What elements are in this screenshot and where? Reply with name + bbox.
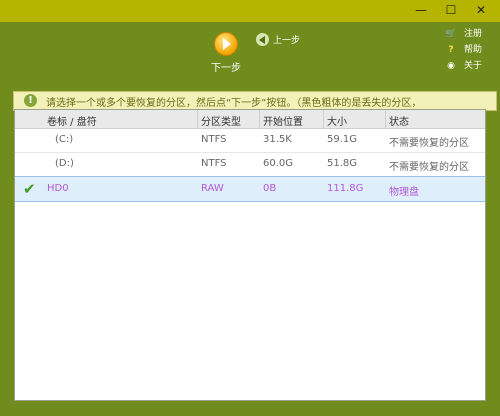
cart-icon: 🛒 [445, 29, 457, 39]
cell-status: 不需要恢复的分区 [389, 138, 469, 149]
help-label: 帮助 [464, 45, 483, 55]
partition-table: 卷标 / 盘符 分区类型 开始位置 大小 状态 (C:) NTFS 31.5K … [14, 109, 486, 401]
toolbar: 下一步 上一步 🛒 注册 ? 帮助 ◉ 关于 [0, 22, 500, 88]
maximize-button[interactable]: ☐ [436, 0, 466, 22]
next-arrow-icon [214, 32, 238, 56]
header-start[interactable]: 开始位置 [263, 113, 303, 128]
title-bar: — ☐ ✕ [0, 0, 500, 22]
side-links: 🛒 注册 ? 帮助 ◉ 关于 [444, 26, 482, 74]
checkmark-icon[interactable]: ✔ [23, 180, 36, 198]
register-label: 注册 [464, 29, 483, 39]
header-status[interactable]: 状态 [389, 113, 409, 128]
cell-label: (C:) [55, 134, 74, 145]
cell-start: 31.5K [263, 134, 292, 145]
header-type[interactable]: 分区类型 [201, 113, 241, 128]
about-link[interactable]: ◉ 关于 [444, 58, 482, 74]
cell-status: 不需要恢复的分区 [389, 162, 469, 173]
column-divider[interactable] [259, 110, 260, 128]
cell-label: HD0 [47, 183, 69, 194]
hint-text: 请选择一个或多个要恢复的分区，然后点“下一步”按钮。（黑色粗体的是丢失的分区， [46, 98, 422, 109]
question-icon: ? [448, 45, 454, 55]
cell-status: 物理盘 [389, 187, 419, 198]
table-header: 卷标 / 盘符 分区类型 开始位置 大小 状态 [15, 110, 485, 129]
next-button[interactable]: 下一步 [206, 32, 246, 74]
next-button-label: 下一步 [211, 63, 241, 74]
register-link[interactable]: 🛒 注册 [444, 26, 482, 42]
previous-button[interactable]: 上一步 [256, 33, 300, 46]
table-row[interactable]: (D:) NTFS 60.0G 51.8G 不需要恢复的分区 [15, 152, 485, 177]
minimize-button[interactable]: — [406, 0, 436, 22]
cell-start: 0B [263, 183, 277, 194]
table-row-selected[interactable]: ✔ HD0 RAW 0B 111.8G 物理盘 [15, 176, 485, 202]
column-divider[interactable] [323, 110, 324, 128]
info-circle-icon: ◉ [447, 61, 455, 71]
table-row[interactable]: (C:) NTFS 31.5K 59.1G 不需要恢复的分区 [15, 128, 485, 153]
cell-size: 59.1G [327, 134, 358, 145]
about-label: 关于 [464, 61, 483, 71]
hint-bar: ! 请选择一个或多个要恢复的分区，然后点“下一步”按钮。（黑色粗体的是丢失的分区… [13, 91, 497, 111]
cell-type: RAW [201, 183, 224, 194]
previous-button-label: 上一步 [273, 36, 301, 46]
cell-start: 60.0G [263, 158, 294, 169]
back-arrow-icon [256, 33, 269, 46]
column-divider[interactable] [385, 110, 386, 128]
column-divider[interactable] [197, 110, 198, 128]
info-icon: ! [24, 94, 37, 107]
cell-type: NTFS [201, 134, 227, 145]
cell-type: NTFS [201, 158, 227, 169]
help-link[interactable]: ? 帮助 [444, 42, 482, 58]
header-label[interactable]: 卷标 / 盘符 [47, 113, 97, 128]
cell-size: 51.8G [327, 158, 358, 169]
cell-label: (D:) [55, 158, 74, 169]
header-size[interactable]: 大小 [327, 113, 347, 128]
cell-size: 111.8G [327, 183, 364, 194]
close-button[interactable]: ✕ [466, 0, 496, 22]
